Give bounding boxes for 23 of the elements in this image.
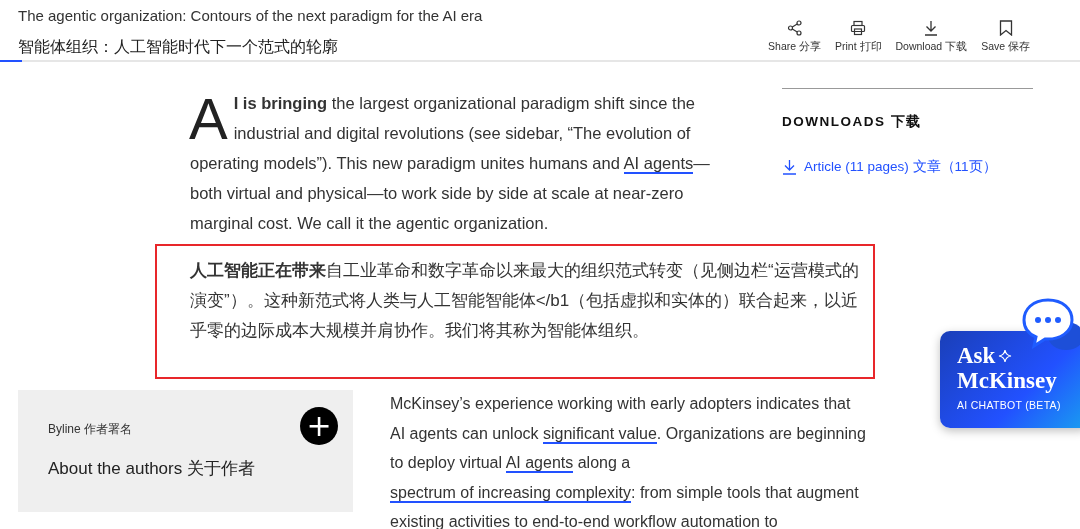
inline-link[interactable]: spectrum of increasing complexity [390,483,631,503]
toolbar-button[interactable]: Save 保存 [981,20,1030,57]
printer-icon [850,20,867,36]
toolbar-button[interactable]: Print 打印 [835,20,882,57]
toolbar-button[interactable]: Download 下载 [895,20,968,57]
expand-button[interactable]: + [300,407,338,445]
translated-paragraph: 人工智能正在带来自工业革命和数字革命以来最大的组织范式转变（见侧边栏“运营模式的演变”）。这种新范式将人类与人工智能智能体</b1（包括虚拟和实体的）联合起来，以近乎零的边际成本大规模并肩协作。我们将其称为智能体组织。 [190,260,860,342]
inline-link[interactable]: AI agents [505,454,574,473]
download-icon [782,159,797,175]
share-icon [786,20,803,36]
inline-link[interactable]: AI agents [623,154,694,174]
byline-label: Byline 作者署名 [48,421,133,438]
sparkle-icon [998,349,1013,363]
downloads-heading: DOWNLOADS 下载 [782,113,923,131]
bookmark-icon [998,20,1013,36]
byline-title: About the authors 关于作者 [48,458,255,480]
download-icon [923,20,940,36]
article-title-translation: 智能体组织：人工智能时代下一个范式的轮廓 [18,37,339,57]
toolbar-button[interactable]: Share 分享 [768,20,821,57]
article-title: The agentic organization: Contours of the next paradigm for the AI era [18,7,483,24]
chatbot-button[interactable]: Ask McKinsey AI CHATBOT (BETA) [940,331,1080,428]
inline-link[interactable]: significant value [543,424,657,444]
download-link[interactable]: Article (11 pages) 文章（11页） [782,158,1033,176]
